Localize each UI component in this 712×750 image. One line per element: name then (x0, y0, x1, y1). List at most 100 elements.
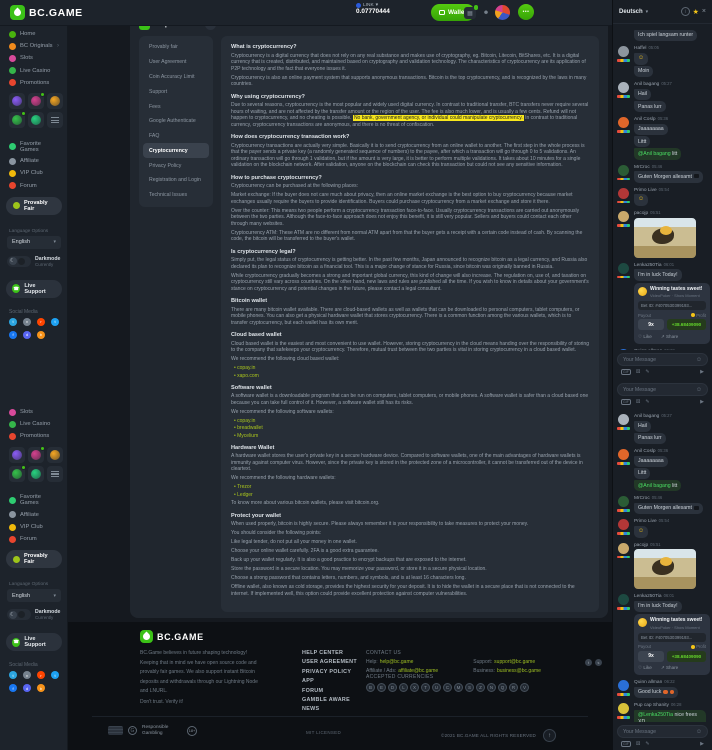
share-button[interactable]: ↗ Share (661, 665, 678, 671)
chat-language-select[interactable]: Deutsch (619, 9, 643, 15)
avatar[interactable] (618, 117, 629, 128)
footer-link-privacy-policy[interactable]: PRIVACY POLICY (302, 669, 357, 675)
avatar[interactable] (618, 449, 629, 460)
wallet-link-xapo-com[interactable]: xapo.com (234, 373, 589, 379)
username[interactable]: Anil Coslp (634, 117, 656, 122)
mention-link[interactable]: @Lenka250Tia (638, 712, 673, 718)
bitcointalk-icon[interactable]: b (37, 331, 45, 339)
username[interactable]: MrCroc (634, 496, 650, 501)
gif-icon[interactable]: GIF (621, 741, 631, 747)
dice-icon[interactable]: ⚄ (636, 369, 640, 375)
deposit-box-icon[interactable]: ▦ (464, 7, 476, 19)
dice-icon[interactable]: ⚄ (636, 741, 640, 747)
send-icon[interactable]: ▶ (700, 741, 704, 747)
game-flask[interactable] (9, 112, 25, 128)
username[interactable]: MrCroc (634, 165, 650, 170)
telegram-icon[interactable]: t (9, 318, 17, 326)
footer-link-app[interactable]: APP (302, 678, 357, 684)
bet-id-pill[interactable]: Bet ID: #4070530399193... (638, 633, 706, 642)
sidebar-item-provably-fair[interactable]: Provably Fair (6, 197, 62, 215)
vk-icon[interactable]: v (23, 671, 31, 679)
avatar[interactable] (618, 543, 629, 554)
dice-icon[interactable]: ⚄ (636, 399, 640, 405)
chat-message-input[interactable]: Your Message☺ (617, 353, 708, 366)
chat-win-card[interactable]: Winning tastes sweet!VideoPoker · Show M… (634, 283, 710, 344)
contact-email[interactable]: business@bc.game (497, 668, 541, 674)
scroll-top-button[interactable]: ↑ (543, 729, 556, 742)
sidebar-item-affiliate[interactable]: Affiliate (0, 509, 68, 521)
game-twist[interactable] (9, 93, 25, 109)
footer-link-forum[interactable]: FORUM (302, 688, 357, 694)
avatar[interactable] (618, 263, 629, 274)
help-nav-fees[interactable]: Fees (143, 99, 209, 114)
wallet-link-ledger[interactable]: Ledger (234, 492, 589, 498)
profile-icon[interactable]: ☻ (480, 7, 492, 19)
language-select[interactable]: English▾ (7, 589, 61, 602)
username[interactable]: Anil bagang (634, 82, 659, 87)
send-icon[interactable]: ▶ (700, 399, 704, 405)
skype-icon[interactable]: s (595, 659, 602, 666)
avatar[interactable] (618, 519, 629, 530)
reddit-icon[interactable]: r (37, 318, 45, 326)
footer-link-gamble-aware[interactable]: GAMBLE AWARE (302, 697, 357, 703)
sidebar-item-forum[interactable]: Forum (0, 180, 68, 192)
sidebar-item-affiliate[interactable]: Affiliate (0, 155, 68, 167)
reddit-icon[interactable]: r (37, 671, 45, 679)
avatar[interactable] (618, 414, 629, 425)
attachment-icon[interactable]: ✎ (645, 369, 649, 375)
sidebar-item-provably-fair[interactable]: Provably Fair (6, 550, 62, 568)
sidebar-item-live-casino[interactable]: Live Casino (0, 418, 68, 430)
chat-message-input[interactable]: Your Message☺ (617, 725, 708, 738)
avatar[interactable] (618, 82, 629, 93)
avatar[interactable] (618, 680, 629, 691)
avatar[interactable] (618, 496, 629, 507)
close-icon[interactable]: × (702, 8, 706, 15)
chat-toggle-button[interactable]: ••• (518, 4, 534, 20)
bet-id-pill[interactable]: Bet ID: #4070530399193... (638, 301, 706, 310)
game-crash[interactable] (28, 93, 44, 109)
game-classic-dice[interactable] (47, 447, 63, 463)
game-crystal[interactable] (28, 466, 44, 482)
discord-icon[interactable]: d (23, 684, 31, 692)
game-twist[interactable] (9, 447, 25, 463)
mention-link[interactable]: @Anil bagang (638, 483, 671, 489)
username[interactable]: Anil bagang (634, 414, 659, 419)
username[interactable]: Lenka250Tia (634, 263, 662, 268)
bcgame-logo[interactable]: BC.GAME (10, 5, 83, 20)
username[interactable]: pacojp (634, 543, 648, 548)
send-icon[interactable]: ▶ (700, 369, 704, 375)
game-menu[interactable] (47, 466, 63, 482)
sidebar-item-favorite-games[interactable]: Favorite Games (0, 492, 68, 509)
help-nav-faq[interactable]: FAQ (143, 129, 209, 144)
user-avatar[interactable] (495, 5, 510, 20)
twitter-icon[interactable]: t (51, 318, 59, 326)
avatar[interactable] (618, 165, 629, 176)
help-nav-registration-and-login[interactable]: Registration and Login (143, 173, 209, 188)
avatar[interactable] (618, 594, 629, 605)
twitter-icon[interactable]: t (51, 671, 59, 679)
darkmode-switch[interactable]: ☾ (7, 609, 31, 620)
darkmode-toggle[interactable]: ☾DarkmodeCurrently (7, 609, 61, 620)
username[interactable]: pacojp (634, 211, 648, 216)
wallet-link-mycelium[interactable]: Mycelium (234, 433, 589, 439)
like-button[interactable]: ♡ Like (638, 665, 652, 671)
facebook-icon[interactable]: f (9, 331, 17, 339)
game-flask[interactable] (9, 466, 25, 482)
attachment-icon[interactable]: ✎ (645, 399, 649, 405)
telegram-icon[interactable]: t (585, 659, 592, 666)
sidebar-item-promotions[interactable]: Promotions (0, 77, 68, 89)
share-button[interactable]: ↗ Share (661, 334, 678, 340)
sidebar-item-bc-originals[interactable]: BC Originals› (0, 40, 68, 52)
emoji-icon[interactable]: ☺ (696, 729, 702, 735)
live-support-button[interactable]: ☎Live Support (6, 633, 62, 651)
sidebar-item-vip-club[interactable]: VIP Club (0, 521, 68, 533)
username[interactable]: Primo Live (634, 188, 657, 193)
footer-link-user-agreement[interactable]: USER AGREEMENT (302, 659, 357, 665)
contact-email[interactable]: affiliate@bc.game (398, 668, 438, 674)
chat-message-input[interactable]: Your Message☺ (617, 383, 708, 396)
avatar[interactable] (618, 703, 629, 714)
game-menu[interactable] (47, 112, 63, 128)
sidebar-item-live-casino[interactable]: Live Casino (0, 65, 68, 77)
sidebar-item-promotions[interactable]: Promotions (0, 430, 68, 442)
trophy-icon[interactable]: ★ (693, 8, 699, 16)
